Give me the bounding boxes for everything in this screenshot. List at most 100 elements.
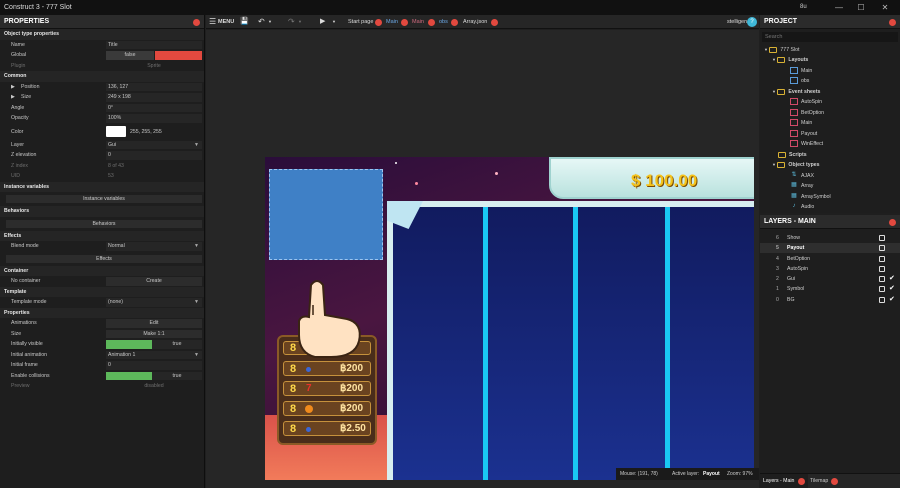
color-swatch[interactable] (106, 125, 126, 137)
name-field[interactable]: Title (106, 40, 202, 49)
expand-icon[interactable]: ▶ (11, 82, 15, 93)
lock-icon[interactable] (879, 235, 885, 241)
layer-row[interactable]: 2 Gui ✔ (760, 274, 900, 284)
layer-row[interactable]: 1 Symbol ✔ (760, 284, 900, 294)
tree-item-layout-obs[interactable]: obs (790, 76, 809, 86)
enable-collisions-toggle[interactable]: true (152, 371, 202, 380)
tree-root[interactable]: ▼ 777 Slot (764, 45, 799, 55)
close-tab-icon[interactable] (831, 478, 838, 485)
close-tab-icon[interactable] (401, 19, 408, 26)
tree-folder-scripts[interactable]: Scripts (778, 150, 807, 160)
tree-item-layout-main[interactable]: Main (790, 66, 812, 76)
color-value[interactable]: 255, 255, 255 (130, 124, 162, 140)
tree-item-object-arraysymbol[interactable]: ▦ ArraySymbol (790, 192, 831, 202)
lock-icon[interactable] (879, 256, 885, 262)
maximize-button[interactable]: ☐ (852, 0, 870, 15)
layer-row[interactable]: 3 AutoSpin (760, 264, 900, 274)
tree-item-object-array[interactable]: ▦ Array (790, 181, 813, 191)
tree-item-event-betoption[interactable]: BetOption (790, 108, 824, 118)
visible-toggle-fill[interactable] (106, 340, 152, 349)
lock-icon[interactable] (879, 266, 885, 272)
section-container[interactable]: Container (0, 265, 204, 276)
undo-icon[interactable]: ↶ (258, 15, 265, 29)
close-panel-icon[interactable] (193, 19, 200, 26)
tree-item-event-wineffect[interactable]: WinEffect (790, 139, 823, 149)
close-button[interactable]: ✕ (876, 0, 894, 15)
game-scene[interactable]: $ 100.00 8 8 ฿200 8 7 ฿200 8 ฿200 8 ฿2.5… (265, 157, 754, 480)
visibility-check-icon[interactable]: ✔ (889, 274, 895, 284)
global-toggle-fill[interactable] (155, 51, 202, 60)
help-icon[interactable]: ? (747, 17, 757, 27)
layer-row[interactable]: 0 BG ✔ (760, 295, 900, 305)
close-tab-icon[interactable] (798, 478, 805, 485)
edit-animations-button[interactable]: Edit (106, 319, 202, 328)
instance-variables-button[interactable]: Instance variables (6, 195, 202, 203)
tree-folder-layouts[interactable]: ▼ Layouts (772, 55, 808, 65)
lock-icon[interactable] (879, 297, 885, 303)
close-tab-icon[interactable] (375, 19, 382, 26)
tab-obs[interactable]: obs (439, 15, 448, 29)
tree-item-event-autospin[interactable]: AutoSpin (790, 97, 822, 107)
project-search-input[interactable]: Search (762, 32, 898, 42)
menu-button[interactable]: MENU (218, 15, 234, 29)
position-field[interactable]: 136, 127 (106, 82, 202, 91)
section-common[interactable]: Common (0, 71, 204, 82)
user-name[interactable]: stelligen (727, 15, 747, 29)
initial-frame-field[interactable]: 0 (106, 361, 202, 370)
behaviors-button[interactable]: Behaviors (6, 219, 202, 228)
pointing-hand-sprite[interactable] (287, 275, 371, 359)
blend-mode-select[interactable]: Normal ▼ (106, 242, 202, 251)
tab-array-json[interactable]: Array.json (463, 15, 487, 29)
layer-row-selected[interactable]: 5 Payout (760, 243, 900, 253)
template-mode-select[interactable]: (none) ▼ (106, 298, 202, 307)
layer-row[interactable]: 6 Show (760, 233, 900, 243)
redo-dropdown-icon[interactable]: ▼ (298, 15, 302, 29)
play-dropdown-icon[interactable]: ▼ (332, 15, 336, 29)
initial-animation-select[interactable]: Animation 1 ▼ (106, 350, 202, 359)
opacity-field[interactable]: 100% (106, 114, 202, 123)
tree-item-event-payout[interactable]: Payout (790, 129, 817, 139)
size-field[interactable]: 249 x 198 (106, 93, 202, 102)
section-behaviors[interactable]: Behaviors (0, 206, 204, 217)
lock-icon[interactable] (879, 245, 885, 251)
lock-icon[interactable] (879, 276, 885, 282)
layer-row[interactable]: 4 BetOption (760, 254, 900, 264)
tab-tilemap[interactable]: Tilemap (810, 474, 828, 488)
close-panel-icon[interactable] (889, 19, 896, 26)
lock-icon[interactable] (879, 286, 885, 292)
section-properties[interactable]: Properties (0, 307, 204, 318)
tab-start-page[interactable]: Start page (348, 15, 373, 29)
angle-field[interactable]: 0° (106, 103, 202, 112)
tab-main-layout[interactable]: Main (386, 15, 398, 29)
minimize-button[interactable]: ― (830, 0, 848, 15)
make-1-1-button[interactable]: Make 1:1 (106, 329, 202, 338)
hamburger-icon[interactable]: ☰ (209, 15, 216, 29)
tree-item-event-main[interactable]: Main (790, 118, 812, 128)
close-panel-icon[interactable] (889, 219, 896, 226)
section-effects[interactable]: Effects (0, 230, 204, 241)
collisions-toggle-fill[interactable] (106, 371, 152, 380)
section-instance-variables[interactable]: Instance variables (0, 181, 204, 192)
selection-box[interactable] (269, 169, 383, 260)
play-icon[interactable]: ▶ (320, 15, 325, 29)
undo-dropdown-icon[interactable]: ▼ (268, 15, 272, 29)
close-tab-icon[interactable] (428, 19, 435, 26)
z-elevation-field[interactable]: 0 (106, 151, 202, 160)
close-tab-icon[interactable] (451, 19, 458, 26)
save-icon[interactable]: 💾 (240, 15, 249, 29)
redo-icon[interactable]: ↷ (288, 15, 295, 29)
tree-folder-event-sheets[interactable]: ▼ Event sheets (772, 87, 820, 97)
tab-layers-main[interactable]: Layers - Main (763, 474, 794, 488)
effects-button[interactable]: Effects (6, 254, 202, 263)
create-container-button[interactable]: Create (106, 277, 202, 286)
expand-icon[interactable]: ▶ (11, 92, 15, 103)
tree-item-object-ajax[interactable]: ⇅ AJAX (790, 171, 814, 181)
visibility-check-icon[interactable]: ✔ (889, 284, 895, 294)
tree-folder-object-types[interactable]: ▼ Object types (772, 160, 820, 170)
section-object-type[interactable]: Object type properties (0, 29, 204, 40)
global-toggle[interactable]: false (106, 51, 154, 60)
initially-visible-toggle[interactable]: true (152, 340, 202, 349)
tab-main-events[interactable]: Main (412, 15, 424, 29)
close-tab-icon[interactable] (491, 19, 498, 26)
visibility-check-icon[interactable]: ✔ (889, 295, 895, 305)
